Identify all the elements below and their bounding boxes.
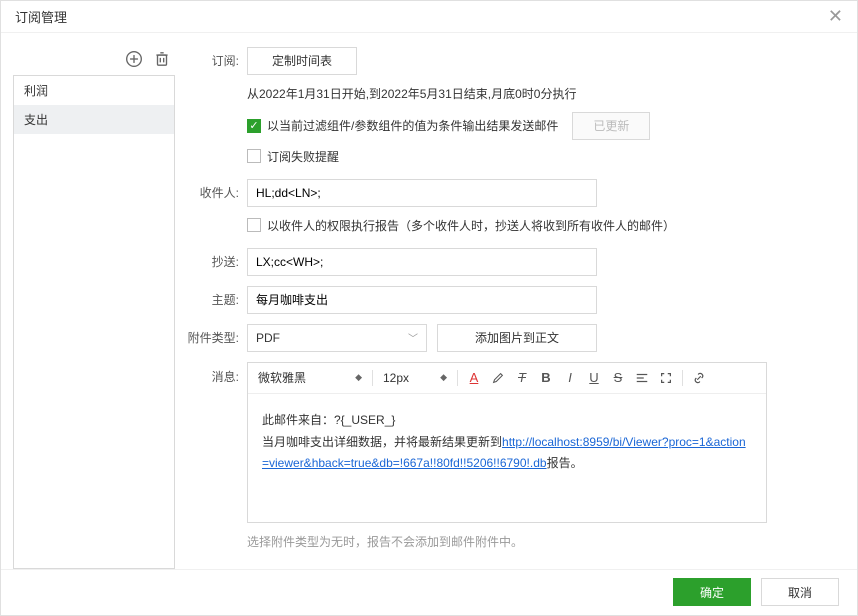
cancel-button[interactable]: 取消 — [761, 578, 839, 606]
font-family-select[interactable]: 微软雅黑 ◆ — [254, 367, 366, 389]
chevron-down-icon: ﹀ — [408, 330, 418, 345]
subscribe-label: 订阅: — [187, 52, 239, 69]
subject-input[interactable] — [247, 286, 597, 314]
caret-icon: ◆ — [355, 372, 362, 383]
close-icon[interactable]: ✕ — [828, 7, 843, 25]
subscription-list: 利润 支出 — [13, 75, 175, 569]
attachment-type-select[interactable]: PDF ﹀ — [247, 324, 427, 352]
highlight-icon[interactable] — [488, 367, 508, 389]
font-size-select[interactable]: 12px ◆ — [379, 367, 451, 389]
permission-checkbox[interactable] — [247, 218, 261, 232]
link-icon[interactable] — [689, 367, 709, 389]
attachment-note: 选择附件类型为无时，报告不会添加到邮件附件中。 — [247, 533, 839, 550]
cc-input[interactable] — [247, 248, 597, 276]
editor-content[interactable]: 此邮件来自：?{_USER_} 当月咖啡支出详细数据，并将最新结果更新到http… — [248, 394, 766, 522]
message-label: 消息: — [187, 362, 239, 385]
attachment-type-value: PDF — [256, 331, 280, 345]
clear-format-icon[interactable]: T — [512, 367, 532, 389]
list-item[interactable]: 支出 — [14, 105, 174, 134]
fail-alert-label: 订阅失败提醒 — [267, 148, 339, 165]
strikethrough-icon[interactable]: S — [608, 367, 628, 389]
recipient-input[interactable] — [247, 179, 597, 207]
fail-alert-checkbox[interactable] — [247, 149, 261, 163]
editor-line: 当月咖啡支出详细数据，并将最新结果更新到http://localhost:895… — [262, 432, 752, 475]
italic-icon[interactable]: I — [560, 367, 580, 389]
recipient-label: 收件人: — [187, 184, 239, 201]
fullscreen-icon[interactable] — [656, 367, 676, 389]
filter-condition-label: 以当前过滤组件/参数组件的值为条件输出结果发送邮件 — [267, 117, 558, 134]
dialog-title: 订阅管理 — [15, 7, 828, 26]
updated-button[interactable]: 已更新 — [572, 112, 650, 140]
permission-label: 以收件人的权限执行报告（多个收件人时，抄送人将收到所有收件人的邮件） — [267, 217, 675, 234]
editor-line: 此邮件来自：?{_USER_} — [262, 410, 752, 432]
schedule-description: 从2022年1月31日开始,到2022年5月31日结束,月底0时0分执行 — [247, 85, 839, 102]
font-color-icon[interactable]: A — [464, 367, 484, 389]
message-editor: 微软雅黑 ◆ 12px ◆ A T — [247, 362, 767, 523]
schedule-button[interactable]: 定制时间表 — [247, 47, 357, 75]
filter-condition-checkbox[interactable]: ✓ — [247, 119, 261, 133]
cc-label: 抄送: — [187, 253, 239, 270]
attachment-type-label: 附件类型: — [187, 329, 239, 346]
underline-icon[interactable]: U — [584, 367, 604, 389]
delete-icon[interactable] — [153, 50, 171, 68]
add-image-button[interactable]: 添加图片到正文 — [437, 324, 597, 352]
subject-label: 主题: — [187, 291, 239, 308]
list-item[interactable]: 利润 — [14, 76, 174, 105]
ok-button[interactable]: 确定 — [673, 578, 751, 606]
add-icon[interactable] — [125, 50, 143, 68]
bold-icon[interactable]: B — [536, 367, 556, 389]
caret-icon: ◆ — [440, 372, 447, 383]
align-icon[interactable] — [632, 367, 652, 389]
